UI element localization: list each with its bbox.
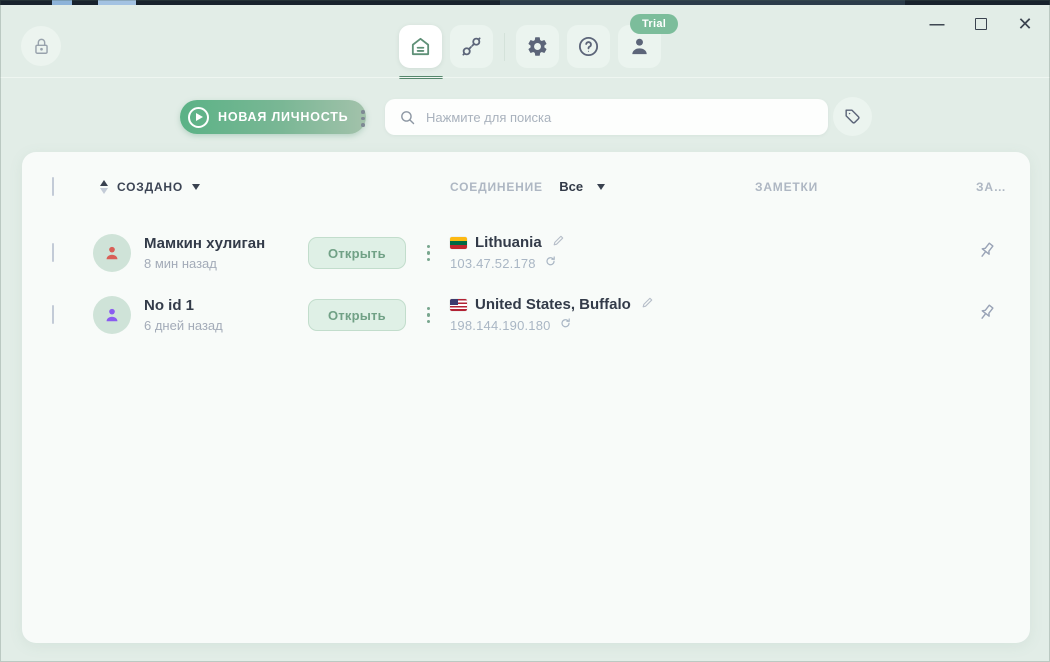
nav-separator — [504, 32, 505, 61]
sort-arrows-icon[interactable] — [100, 180, 108, 194]
pin-profile-icon[interactable] — [976, 302, 997, 328]
lithuania-flag — [450, 236, 467, 249]
play-icon — [188, 106, 209, 128]
connection-country: United States, Buffalo — [475, 296, 631, 313]
nav-connections-button[interactable] — [450, 25, 493, 68]
nav-home-button[interactable] — [399, 25, 442, 68]
maximize-icon — [975, 18, 987, 30]
connection-filter-value[interactable]: Все — [559, 179, 583, 194]
maximize-button[interactable] — [970, 13, 992, 35]
table-header-row: СОЗДАНО СОЕДИНЕНИЕ Все ЗАМЕТКИ ЗА… — [22, 152, 1030, 222]
profile-row[interactable]: No id 1 6 дней назад Открыть United Stat… — [22, 284, 1030, 346]
pinned-column-header: ЗА… — [976, 180, 1007, 194]
profile-name: No id 1 — [144, 297, 195, 315]
new-identity-button[interactable]: НОВАЯ ЛИЧНОСТЬ — [180, 100, 367, 134]
refresh-ip-icon[interactable] — [544, 255, 557, 273]
connection-ip: 103.47.52.178 — [450, 256, 536, 271]
gear-icon — [528, 37, 547, 56]
lock-button[interactable] — [21, 26, 61, 66]
help-icon — [578, 36, 599, 57]
connection-filter-dropdown-icon[interactable] — [596, 183, 605, 190]
proxy-connection-icon — [462, 37, 481, 56]
connection-country: Lithuania — [475, 234, 542, 251]
profiles-table-card: СОЗДАНО СОЕДИНЕНИЕ Все ЗАМЕТКИ ЗА… Мамки… — [22, 152, 1030, 643]
search-icon — [401, 110, 415, 124]
person-icon — [106, 246, 118, 260]
tag-icon — [845, 109, 860, 124]
home-icon — [411, 37, 430, 56]
row-more-menu[interactable] — [423, 303, 435, 328]
person-icon — [106, 308, 118, 322]
toolbar: НОВАЯ ЛИЧНОСТЬ — [0, 97, 1050, 137]
person-icon — [632, 38, 647, 55]
trial-badge: Trial — [630, 14, 679, 34]
nav-settings-button[interactable] — [516, 25, 559, 68]
profile-created-time: 8 мин назад — [144, 255, 217, 271]
search-input[interactable] — [426, 99, 814, 135]
select-all-checkbox[interactable] — [52, 177, 54, 196]
connection-column-header: СОЕДИНЕНИЕ — [450, 180, 543, 194]
toolbar-more-menu[interactable] — [357, 106, 369, 131]
main-nav — [399, 25, 661, 68]
open-profile-button[interactable]: Открыть — [308, 237, 406, 269]
pin-profile-icon[interactable] — [976, 240, 997, 266]
created-dropdown-icon[interactable] — [192, 184, 201, 190]
app-header: Trial — ✕ — [0, 5, 1050, 79]
minimize-button[interactable]: — — [926, 13, 948, 35]
us-flag — [450, 298, 467, 311]
close-button[interactable]: ✕ — [1014, 13, 1036, 35]
new-identity-label: НОВАЯ ЛИЧНОСТЬ — [218, 110, 349, 124]
row-more-menu[interactable] — [423, 241, 435, 266]
open-profile-button[interactable]: Открыть — [308, 299, 406, 331]
lock-icon — [34, 38, 48, 54]
profile-avatar — [93, 234, 131, 272]
edit-connection-icon[interactable] — [641, 296, 654, 314]
profile-row[interactable]: Мамкин хулиган 8 мин назад Открыть Lithu… — [22, 222, 1030, 284]
profile-name: Мамкин хулиган — [144, 235, 266, 253]
profile-created-time: 6 дней назад — [144, 317, 223, 333]
notes-column-header: ЗАМЕТКИ — [755, 180, 819, 194]
edit-connection-icon[interactable] — [552, 234, 565, 252]
created-column-header[interactable]: СОЗДАНО — [117, 180, 183, 194]
connection-ip: 198.144.190.180 — [450, 318, 551, 333]
refresh-ip-icon[interactable] — [559, 317, 572, 335]
search-bar[interactable] — [385, 99, 828, 135]
profile-avatar — [93, 296, 131, 334]
window-controls: — ✕ — [926, 13, 1036, 35]
header-divider — [0, 77, 1050, 78]
tags-filter-button[interactable] — [833, 97, 872, 136]
nav-help-button[interactable] — [567, 25, 610, 68]
row-checkbox[interactable] — [52, 305, 54, 324]
row-checkbox[interactable] — [52, 243, 54, 262]
